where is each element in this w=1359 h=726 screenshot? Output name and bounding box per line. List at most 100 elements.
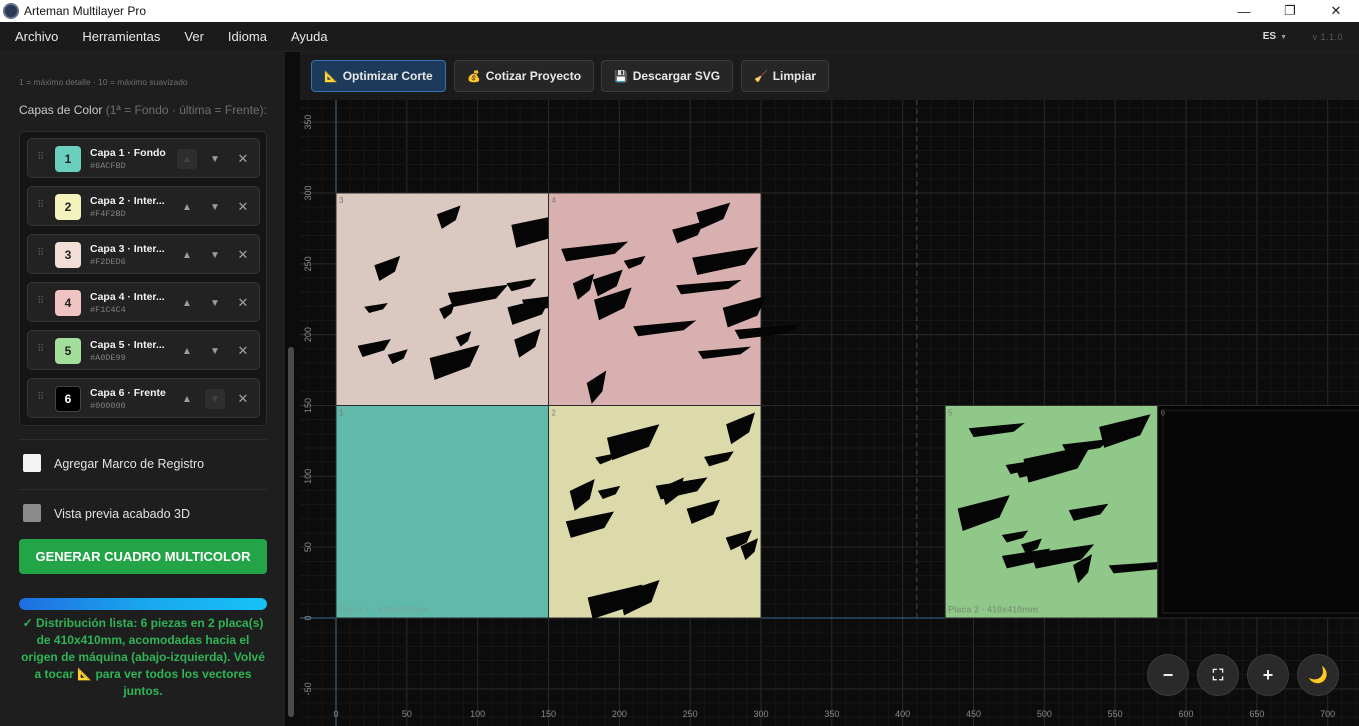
layer-row[interactable]: ⠿ 2 Capa 2 · Inter... #F4F2BD ▲ ▼ ✕ [27, 186, 260, 226]
menu-archivo[interactable]: Archivo [0, 29, 70, 44]
minimize-button[interactable]: — [1221, 0, 1267, 22]
move-down-button[interactable]: ▼ [205, 293, 225, 313]
piece-5: 5 [944, 404, 1178, 619]
layer-name: Capa 6 · Frente [90, 387, 166, 399]
menu-ver[interactable]: Ver [172, 29, 216, 44]
x-tick-label: 600 [1179, 709, 1194, 719]
close-window-button[interactable]: ✕ [1313, 0, 1359, 22]
layer-row[interactable]: ⠿ 4 Capa 4 · Inter... #F1C4C4 ▲ ▼ ✕ [27, 282, 260, 322]
drag-handle-icon[interactable]: ⠿ [37, 200, 44, 211]
layer-hex: #A0DE99 [90, 353, 126, 363]
language-selector[interactable]: ES ▼ [1263, 31, 1287, 42]
y-tick-label: 50 [303, 542, 313, 552]
divider [19, 439, 267, 440]
registro-checkbox[interactable] [23, 454, 41, 472]
quote-label: Cotizar Proyecto [485, 69, 582, 83]
x-tick-label: 150 [541, 709, 556, 719]
fit-view-button[interactable]: ⛶ [1197, 654, 1239, 696]
caret-down-icon: ▼ [1280, 34, 1287, 41]
y-tick-label: 200 [303, 327, 313, 342]
menu-idioma[interactable]: Idioma [216, 29, 279, 44]
piece-rect [335, 404, 550, 619]
status-message: ✓ Distribución lista: 6 piezas en 2 plac… [21, 616, 265, 698]
zoom-out-button[interactable]: − [1147, 654, 1189, 696]
theme-toggle-button[interactable]: 🌙 [1297, 654, 1339, 696]
triangle-ruler-icon: 📐 [324, 70, 338, 83]
move-up-button[interactable]: ▲ [177, 197, 197, 217]
toolbar: 📐 Optimizar Corte 💰 Cotizar Proyecto 💾 Desc… [300, 52, 1359, 100]
drag-handle-icon[interactable]: ⠿ [37, 392, 44, 403]
layer-hex: #F2DED6 [90, 257, 126, 267]
layer-name: Capa 1 · Fondo [90, 147, 166, 159]
sidebar-scrollbar[interactable] [288, 347, 294, 717]
move-down-button[interactable]: ▼ [205, 245, 225, 265]
remove-layer-button[interactable]: ✕ [233, 293, 253, 313]
preview-3d-checkbox[interactable] [23, 504, 41, 522]
piece-number: 1 [339, 408, 344, 417]
layer-swatch[interactable]: 1 [55, 146, 81, 172]
layer-row[interactable]: ⠿ 5 Capa 5 · Inter... #A0DE99 ▲ ▼ ✕ [27, 330, 260, 370]
piece-rect [1157, 404, 1359, 619]
quote-project-button[interactable]: 💰 Cotizar Proyecto [454, 60, 595, 92]
move-down-button[interactable]: ▼ [205, 197, 225, 217]
x-tick-label: 500 [1037, 709, 1052, 719]
menu-ayuda[interactable]: Ayuda [279, 29, 340, 44]
zoom-in-button[interactable]: + [1247, 654, 1289, 696]
y-tick-label: 150 [303, 398, 313, 413]
y-tick-label: 0 [303, 615, 313, 620]
drag-handle-icon[interactable]: ⠿ [37, 152, 44, 163]
move-down-button[interactable]: ▼ [205, 149, 225, 169]
layer-name: Capa 2 · Inter... [90, 195, 165, 207]
work-canvas[interactable]: 1 2 3 4 5 6 Placa 1 · 410x410mm Placa 2 · 410x4… [300, 100, 1359, 726]
move-up-button[interactable]: ▲ [177, 245, 197, 265]
move-down-button[interactable]: ▼ [205, 341, 225, 361]
layer-hex: #F1C4C4 [90, 305, 126, 315]
layer-name: Capa 5 · Inter... [90, 339, 165, 351]
x-tick-label: 100 [470, 709, 485, 719]
money-bag-icon: 💰 [467, 70, 481, 83]
sidebar: 1 = máximo detalle · 10 = máximo suaviza… [0, 52, 285, 726]
move-up-button[interactable]: ▲ [177, 341, 197, 361]
layer-swatch[interactable]: 5 [55, 338, 81, 364]
remove-layer-button[interactable]: ✕ [233, 149, 253, 169]
clear-button[interactable]: 🧹 Limpiar [741, 60, 830, 92]
remove-layer-button[interactable]: ✕ [233, 197, 253, 217]
layers-list: ⠿ 1 Capa 1 · Fondo #6ACFBD ▲ ▼ ✕ ⠿ 2 Cap… [19, 131, 267, 426]
move-up-button[interactable]: ▲ [177, 389, 197, 409]
layer-swatch[interactable]: 6 [55, 386, 81, 412]
menu-herramientas[interactable]: Herramientas [70, 29, 172, 44]
x-tick-label: 300 [753, 709, 768, 719]
layer-row[interactable]: ⠿ 6 Capa 6 · Frente #000000 ▲ ▼ ✕ [27, 378, 260, 418]
registro-label: Agregar Marco de Registro [54, 457, 205, 471]
window-title: Arteman Multilayer Pro [24, 4, 147, 18]
generate-button[interactable]: GENERAR CUADRO MULTICOLOR [19, 539, 267, 574]
move-down-button[interactable]: ▼ [205, 389, 225, 409]
maximize-button[interactable]: ❐ [1267, 0, 1313, 22]
download-svg-button[interactable]: 💾 Descargar SVG [601, 60, 734, 92]
layer-swatch[interactable]: 3 [55, 242, 81, 268]
x-tick-label: 550 [1108, 709, 1123, 719]
drag-handle-icon[interactable]: ⠿ [37, 248, 44, 259]
x-tick-label: 350 [824, 709, 839, 719]
x-tick-label: 700 [1320, 709, 1335, 719]
layer-swatch[interactable]: 4 [55, 290, 81, 316]
x-tick-label: 200 [612, 709, 627, 719]
move-up-button[interactable]: ▲ [177, 149, 197, 169]
drag-handle-icon[interactable]: ⠿ [37, 344, 44, 355]
layer-name: Capa 4 · Inter... [90, 291, 165, 303]
drag-handle-icon[interactable]: ⠿ [37, 296, 44, 307]
layer-swatch[interactable]: 2 [55, 194, 81, 220]
optimize-cut-button[interactable]: 📐 Optimizar Corte [311, 60, 446, 92]
divider [19, 489, 267, 490]
layer-row[interactable]: ⠿ 1 Capa 1 · Fondo #6ACFBD ▲ ▼ ✕ [27, 138, 260, 178]
remove-layer-button[interactable]: ✕ [233, 389, 253, 409]
piece-1: 1 [335, 404, 550, 619]
remove-layer-button[interactable]: ✕ [233, 341, 253, 361]
piece-3: 3 [335, 192, 580, 406]
y-tick-label: 100 [303, 469, 313, 484]
layer-row[interactable]: ⠿ 3 Capa 3 · Inter... #F2DED6 ▲ ▼ ✕ [27, 234, 260, 274]
remove-layer-button[interactable]: ✕ [233, 245, 253, 265]
layers-heading-text: Capas de Color [19, 103, 103, 117]
move-up-button[interactable]: ▲ [177, 293, 197, 313]
piece-number: 6 [1161, 408, 1166, 417]
